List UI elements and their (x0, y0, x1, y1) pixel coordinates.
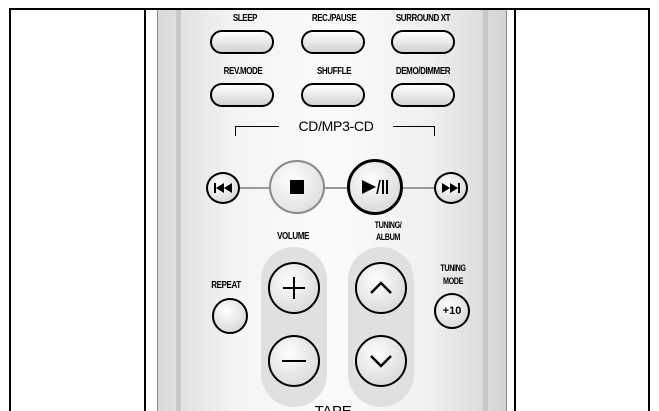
rev-mode-button[interactable] (210, 83, 274, 107)
minus-icon (281, 359, 307, 363)
tuning-mode-button[interactable]: +10 (434, 293, 470, 329)
cd-bracket-line-left (235, 126, 279, 127)
right-rail (483, 10, 488, 411)
plus-icon (281, 275, 307, 301)
tuning-down-button[interactable] (355, 335, 407, 387)
left-rail (176, 10, 181, 411)
cd-bracket-left (235, 126, 236, 136)
sleep-label: SLEEP (232, 13, 258, 24)
stop-button[interactable] (269, 160, 325, 214)
shuffle-label: SHUFFLE (316, 66, 352, 77)
play-pause-icon (361, 179, 389, 195)
tuning-mode-label-line1: TUNING (440, 263, 466, 273)
cd-section-title: CD/MP3-CD (298, 118, 374, 134)
cd-bracket-line-right (393, 126, 435, 127)
demo-dimmer-button[interactable] (391, 83, 455, 107)
next-track-button[interactable] (434, 172, 468, 204)
next-track-icon (441, 182, 461, 194)
tuning-album-label-line1: TUNING/ (374, 220, 402, 230)
rec-pause-label: REC./PAUSE (311, 13, 357, 24)
repeat-button[interactable] (212, 298, 248, 334)
tape-section-title: TAPE (303, 403, 363, 411)
down-chevron-icon (369, 354, 393, 368)
tuning-up-button[interactable] (355, 262, 407, 314)
stop-icon (290, 180, 304, 194)
surround-xt-label: SURROUND XT (395, 13, 451, 24)
cd-bracket-right (434, 126, 435, 136)
play-pause-button[interactable] (347, 159, 403, 215)
prev-track-icon (213, 182, 233, 194)
rec-pause-button[interactable] (301, 30, 365, 54)
left-divider (144, 10, 146, 411)
prev-track-button[interactable] (206, 172, 240, 204)
volume-label: VOLUME (277, 231, 309, 242)
up-chevron-icon (369, 281, 393, 295)
figure-frame: SLEEP REC./PAUSE SURROUND XT REV.MODE SH… (9, 8, 650, 411)
surround-xt-button[interactable] (391, 30, 455, 54)
remote-control: SLEEP REC./PAUSE SURROUND XT REV.MODE SH… (157, 10, 507, 411)
volume-down-button[interactable] (268, 335, 320, 387)
transport-connector (218, 187, 454, 189)
right-divider (514, 10, 516, 411)
demo-dimmer-label: DEMO/DIMMER (395, 66, 451, 77)
rev-mode-label: REV.MODE (223, 66, 263, 77)
tuning-album-label-line2: ALBUM (376, 232, 400, 242)
sleep-button[interactable] (210, 30, 274, 54)
shuffle-button[interactable] (301, 83, 365, 107)
repeat-label: REPEAT (211, 280, 241, 291)
tuning-mode-label-line2: MODE (443, 276, 463, 286)
plus10-label: +10 (442, 305, 462, 317)
volume-up-button[interactable] (268, 262, 320, 314)
